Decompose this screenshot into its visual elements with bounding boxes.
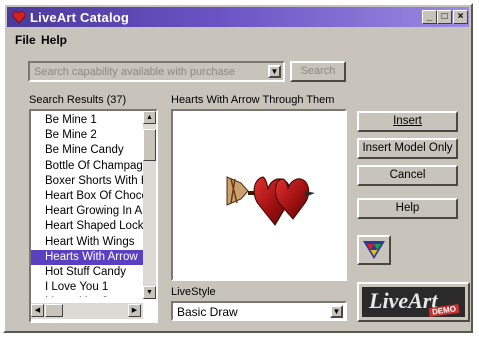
triangle-logo-icon [363, 241, 385, 259]
window-title: LiveArt Catalog [30, 10, 130, 25]
scroll-thumb[interactable] [143, 129, 156, 161]
liveart-logo: LiveArt DEMO [357, 282, 470, 322]
search-button[interactable]: Search [290, 61, 346, 82]
chevron-down-icon[interactable]: ▼ [330, 305, 343, 318]
vertical-scrollbar[interactable]: ▲ ▼ [143, 111, 156, 299]
results-header: Search Results (37) [29, 94, 127, 106]
cancel-button[interactable]: Cancel [357, 165, 458, 186]
close-button[interactable]: × [453, 10, 468, 24]
list-item[interactable]: Be Mine 1 [31, 113, 143, 128]
livestyle-label: LiveStyle [171, 286, 216, 298]
insert-model-only-button[interactable]: Insert Model Only [357, 138, 458, 159]
app-window: LiveArt Catalog _ □ × File Help Search c… [3, 3, 473, 333]
list-item[interactable]: Heart Shaped Lock [31, 219, 143, 234]
help-button[interactable]: Help [357, 198, 458, 219]
list-item[interactable]: Be Mine Candy [31, 143, 143, 158]
results-list-items: Be Mine 1 Be Mine 2 Be Mine Candy Bottle Of… [31, 113, 143, 297]
chevron-down-icon[interactable]: ▼ [268, 65, 281, 78]
search-input[interactable]: Search capability available with purchas… [28, 61, 285, 82]
list-item[interactable]: Heart With Wings [31, 235, 143, 250]
horizontal-scrollbar[interactable]: ◀ ▶ [31, 303, 143, 319]
menu-file[interactable]: File [15, 33, 36, 47]
list-item[interactable]: I Love You 2 [31, 295, 143, 297]
list-item[interactable]: Be Mine 2 [31, 128, 143, 143]
list-item[interactable]: I Love You 1 [31, 280, 143, 295]
hscroll-thumb[interactable] [45, 304, 63, 317]
preview-title: Hearts With Arrow Through Them [171, 94, 335, 106]
list-item[interactable]: Hearts With Arrow [31, 249, 143, 265]
scroll-up-icon[interactable]: ▲ [143, 111, 156, 124]
insert-button[interactable]: Insert [357, 111, 458, 132]
livestyle-select[interactable]: Basic Draw ▼ [171, 301, 347, 321]
list-item[interactable]: Boxer Shorts With H [31, 174, 143, 189]
scroll-left-icon[interactable]: ◀ [31, 304, 44, 317]
list-item[interactable]: Hot Stuff Candy [31, 265, 143, 280]
list-item[interactable]: Heart Box Of Chocc [31, 189, 143, 204]
logo-text: LiveArt [369, 288, 438, 313]
scroll-down-icon[interactable]: ▼ [143, 286, 156, 299]
app-icon [12, 11, 26, 24]
menu-help[interactable]: Help [41, 33, 67, 47]
minimize-button[interactable]: _ [422, 10, 437, 24]
liveart-small-logo-icon[interactable] [357, 235, 391, 265]
hearts-arrow-image [226, 176, 315, 226]
list-item[interactable]: Bottle Of Champagr [31, 159, 143, 174]
preview-pane [171, 109, 347, 281]
title-bar[interactable]: LiveArt Catalog _ □ × [7, 7, 469, 27]
search-placeholder: Search capability available with purchas… [34, 66, 236, 78]
livestyle-value: Basic Draw [177, 305, 238, 319]
maximize-button[interactable]: □ [437, 10, 452, 24]
results-list[interactable]: Be Mine 1 Be Mine 2 Be Mine Candy Bottle Of… [29, 109, 158, 323]
list-item[interactable]: Heart Growing In A [31, 204, 143, 219]
scroll-right-icon[interactable]: ▶ [128, 304, 141, 317]
